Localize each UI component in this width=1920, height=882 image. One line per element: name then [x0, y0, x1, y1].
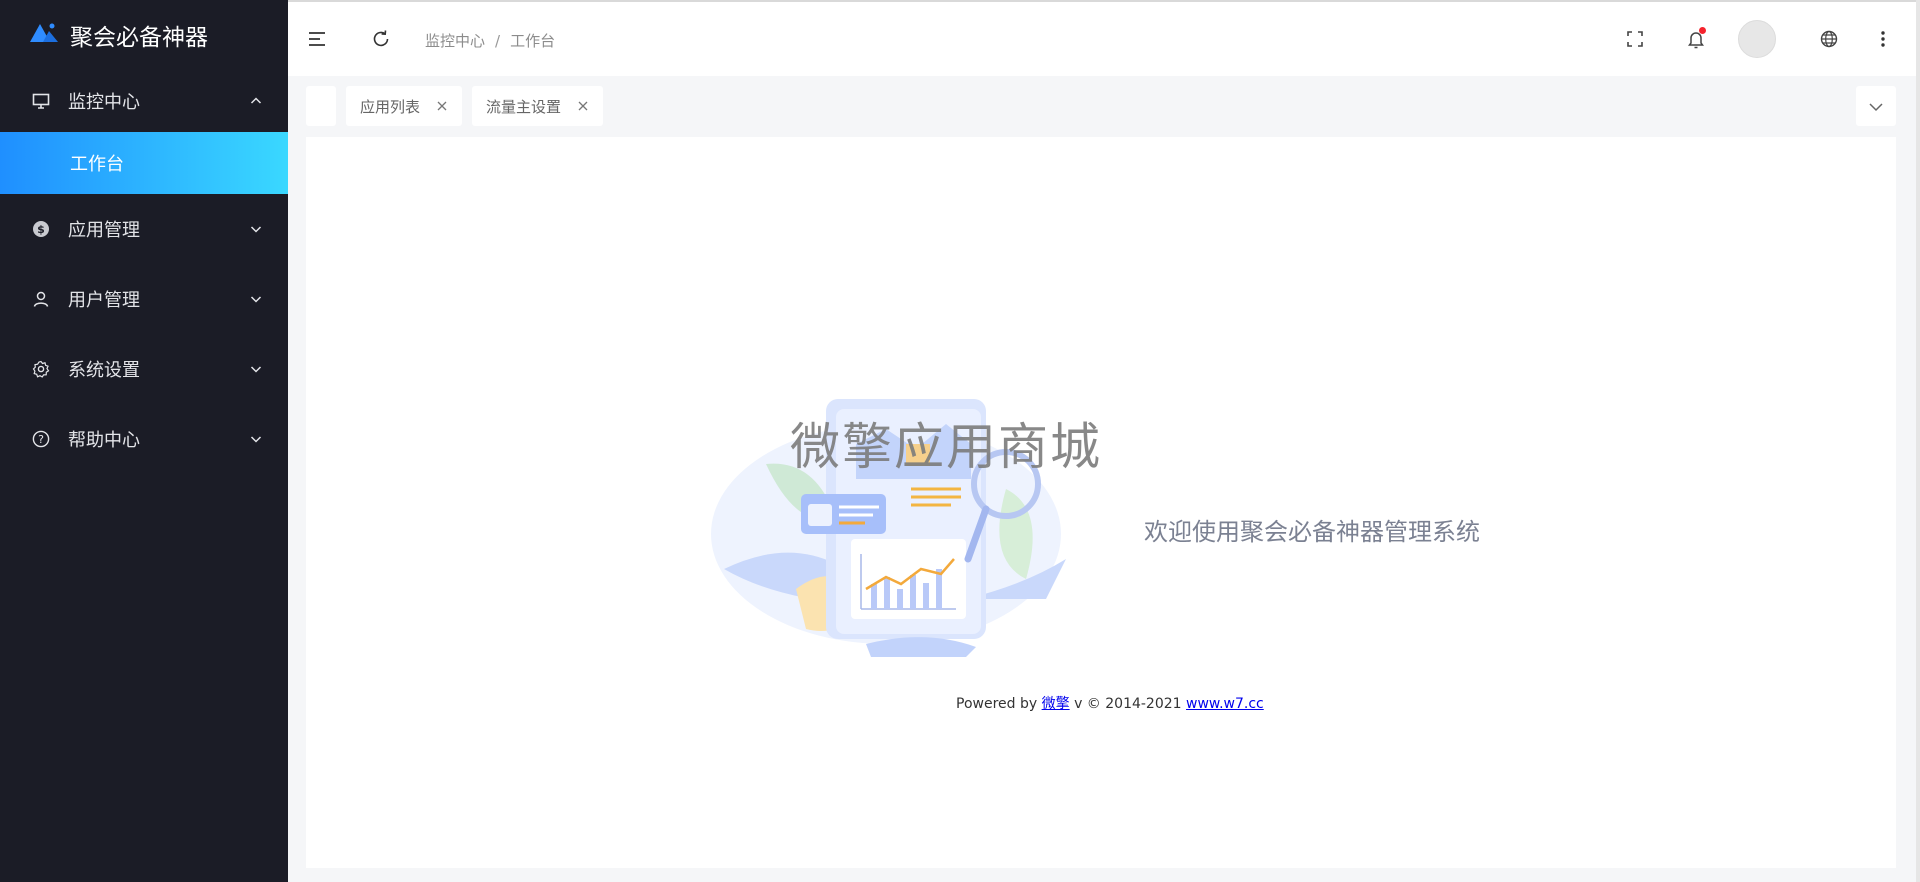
- footer-site-link[interactable]: www.w7.cc: [1186, 696, 1264, 712]
- footer-prefix: Powered by: [956, 696, 1038, 712]
- sidebar-item-label: 监控中心: [68, 92, 140, 113]
- tab-home[interactable]: [306, 86, 336, 126]
- monitor-icon: [32, 92, 50, 110]
- sidebar-subitem-label: 工作台: [70, 154, 124, 175]
- watermark-text: 微擎应用商城: [790, 418, 1102, 476]
- main-panel: 微擎应用商城 欢迎使用聚会必备神器管理系统 Powered by 微擎 v © …: [306, 137, 1896, 868]
- tabs-dropdown-button[interactable]: [1856, 86, 1896, 126]
- sidebar-item-settings[interactable]: 系统设置: [0, 334, 288, 404]
- chevron-down-icon: [1869, 97, 1883, 116]
- avatar[interactable]: [1738, 20, 1776, 58]
- sidebar-subitem-workbench[interactable]: 工作台: [0, 132, 288, 194]
- chevron-down-icon: [250, 223, 262, 235]
- sidebar: 聚会必备神器 监控中心 工作台 $ 应用管理 用户管理 系统设置 ? 帮助中心: [0, 0, 288, 882]
- fullscreen-icon[interactable]: [1624, 28, 1646, 50]
- logo-icon: [30, 22, 58, 48]
- menu-fold-icon[interactable]: [306, 28, 328, 50]
- breadcrumb-item[interactable]: 监控中心: [425, 32, 485, 50]
- notification-dot: [1699, 27, 1706, 34]
- app-logo[interactable]: 聚会必备神器: [0, 0, 288, 70]
- breadcrumb-current: 工作台: [510, 32, 556, 50]
- dollar-icon: $: [32, 220, 50, 238]
- sidebar-item-label: 系统设置: [68, 360, 140, 381]
- breadcrumb: 监控中心 / 工作台: [425, 30, 555, 51]
- sidebar-item-label: 用户管理: [68, 290, 140, 311]
- globe-icon[interactable]: [1818, 28, 1840, 50]
- bell-icon[interactable]: [1685, 27, 1707, 50]
- sidebar-item-help[interactable]: ? 帮助中心: [0, 404, 288, 474]
- tab-traffic-settings[interactable]: 流量主设置: [472, 86, 604, 126]
- chevron-down-icon: [250, 363, 262, 375]
- refresh-icon[interactable]: [370, 28, 392, 50]
- close-icon[interactable]: [577, 100, 589, 112]
- tab-label: 应用列表: [360, 97, 421, 116]
- footer: Powered by 微擎 v © 2014-2021 www.w7.cc: [956, 693, 1264, 713]
- sidebar-item-apps[interactable]: $ 应用管理: [0, 194, 288, 264]
- scrollbar[interactable]: [1916, 0, 1920, 882]
- breadcrumb-separator: /: [495, 32, 501, 50]
- close-icon[interactable]: [436, 100, 448, 112]
- sidebar-item-label: 帮助中心: [68, 430, 140, 451]
- top-header: 监控中心 / 工作台: [288, 0, 1920, 76]
- tab-app-list[interactable]: 应用列表: [346, 86, 463, 126]
- sidebar-item-monitor[interactable]: 监控中心: [0, 70, 288, 132]
- svg-text:$: $: [37, 223, 45, 236]
- footer-brand-link[interactable]: 微擎: [1042, 696, 1070, 712]
- question-icon: ?: [32, 430, 50, 448]
- app-title: 聚会必备神器: [70, 25, 208, 51]
- svg-text:?: ?: [38, 433, 44, 446]
- sidebar-item-label: 应用管理: [68, 220, 140, 241]
- user-icon: [32, 290, 50, 308]
- welcome-text: 欢迎使用聚会必备神器管理系统: [1144, 518, 1480, 546]
- tab-label: 流量主设置: [486, 97, 562, 116]
- sidebar-item-users[interactable]: 用户管理: [0, 264, 288, 334]
- chevron-down-icon: [250, 433, 262, 445]
- more-vertical-icon[interactable]: [1872, 28, 1894, 50]
- gear-icon: [32, 360, 50, 378]
- chevron-up-icon: [250, 95, 262, 107]
- footer-version: v © 2014-2021: [1074, 696, 1182, 712]
- chevron-down-icon: [250, 293, 262, 305]
- tabs-bar: 应用列表 流量主设置: [306, 86, 613, 126]
